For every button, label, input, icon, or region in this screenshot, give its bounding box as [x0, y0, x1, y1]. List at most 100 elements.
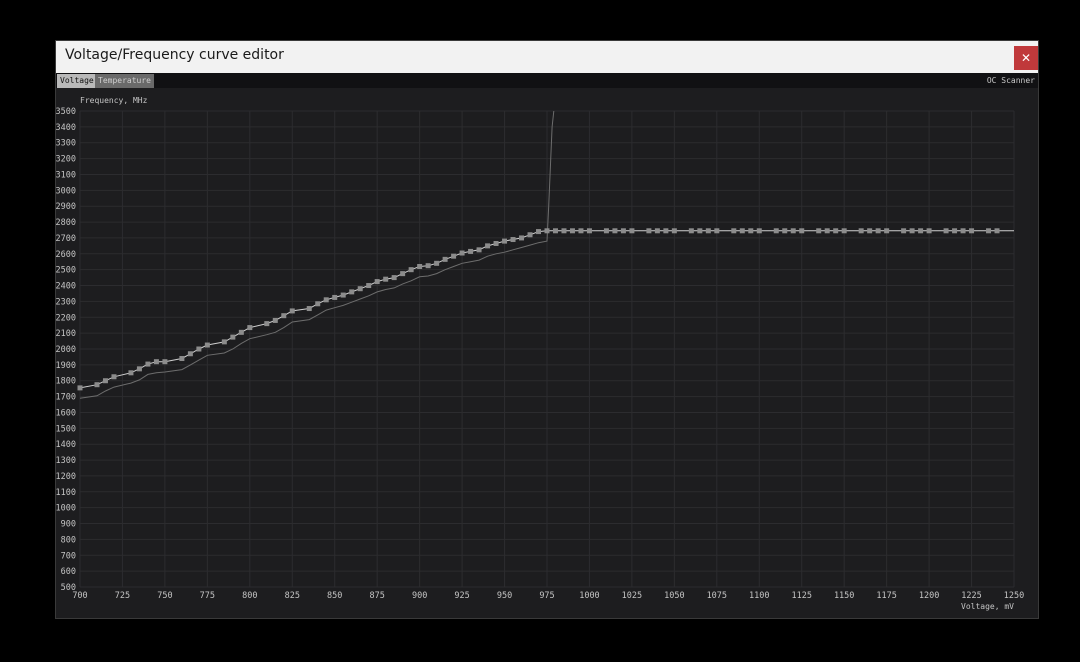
y-tick-label: 2100 [56, 329, 76, 339]
curve-point-handle[interactable] [145, 361, 151, 367]
curve-point-handle[interactable] [357, 286, 363, 292]
y-tick-label: 2000 [56, 345, 76, 355]
curve-point-handle[interactable] [383, 276, 389, 282]
curve-point-handle[interactable] [603, 228, 609, 234]
curve-point-handle[interactable] [739, 228, 745, 234]
curve-point-handle[interactable] [340, 292, 346, 298]
curve-point-handle[interactable] [315, 301, 321, 307]
curve-point-handle[interactable] [561, 228, 567, 234]
curve-point-handle[interactable] [459, 250, 465, 256]
curve-point-handle[interactable] [289, 308, 295, 314]
curve-point-handle[interactable] [306, 306, 312, 312]
curve-point-handle[interactable] [102, 378, 108, 384]
curve-point-handle[interactable] [442, 256, 448, 262]
curve-point-handle[interactable] [620, 228, 626, 234]
curve-point-handle[interactable] [468, 248, 474, 254]
curve-point-handle[interactable] [434, 260, 440, 266]
curve-point-handle[interactable] [663, 228, 669, 234]
curve-point-handle[interactable] [773, 228, 779, 234]
vf-curve-chart[interactable]: Frequency, MHz Voltage, mV 5006007008009… [0, 0, 1080, 662]
curve-point-handle[interactable] [884, 228, 890, 234]
curve-point-handle[interactable] [128, 370, 134, 376]
curve-point-handle[interactable] [77, 385, 83, 391]
curve-point-handle[interactable] [196, 346, 202, 352]
curve-point-handle[interactable] [204, 342, 210, 348]
curve-point-handle[interactable] [417, 263, 423, 269]
curve-point-handle[interactable] [629, 228, 635, 234]
curve-point-handle[interactable] [493, 240, 499, 246]
curve-point-handle[interactable] [366, 283, 372, 289]
curve-point-handle[interactable] [960, 228, 966, 234]
curve-point-handle[interactable] [552, 228, 558, 234]
chart-series[interactable] [77, 110, 1015, 399]
curve-point-handle[interactable] [952, 228, 958, 234]
curve-point-handle[interactable] [569, 228, 575, 234]
curve-point-handle[interactable] [926, 228, 932, 234]
curve-point-handle[interactable] [536, 229, 542, 235]
curve-point-handle[interactable] [748, 228, 754, 234]
curve-point-handle[interactable] [986, 228, 992, 234]
curve-point-handle[interactable] [230, 334, 236, 340]
curve-point-handle[interactable] [731, 228, 737, 234]
curve-point-handle[interactable] [969, 228, 975, 234]
curve-point-handle[interactable] [799, 228, 805, 234]
curve-point-handle[interactable] [221, 339, 227, 345]
curve-point-handle[interactable] [476, 247, 482, 253]
curve-point-handle[interactable] [790, 228, 796, 234]
curve-point-handle[interactable] [875, 228, 881, 234]
curve-point-handle[interactable] [451, 253, 457, 259]
curve-point-handle[interactable] [281, 313, 287, 319]
curve-point-handle[interactable] [272, 317, 278, 323]
curve-point-handle[interactable] [688, 228, 694, 234]
curve-point-handle[interactable] [247, 325, 253, 331]
curve-point-handle[interactable] [425, 263, 431, 269]
y-tick-label: 3300 [56, 139, 76, 149]
curve-point-handle[interactable] [612, 228, 618, 234]
curve-point-handle[interactable] [111, 374, 117, 380]
curve-point-handle[interactable] [527, 232, 533, 238]
curve-point-handle[interactable] [867, 228, 873, 234]
curve-point-handle[interactable] [841, 228, 847, 234]
curve-point-handle[interactable] [654, 228, 660, 234]
curve-point-handle[interactable] [264, 321, 270, 327]
curve-point-handle[interactable] [833, 228, 839, 234]
curve-point-handle[interactable] [153, 359, 159, 365]
curve-point-handle[interactable] [671, 228, 677, 234]
curve-point-handle[interactable] [544, 228, 550, 234]
curve-point-handle[interactable] [909, 228, 915, 234]
curve-point-handle[interactable] [94, 382, 100, 388]
curve-point-handle[interactable] [510, 237, 516, 243]
curve-point-handle[interactable] [400, 271, 406, 277]
curve-point-handle[interactable] [586, 228, 592, 234]
curve-point-handle[interactable] [816, 228, 822, 234]
y-tick-label: 800 [61, 535, 76, 545]
curve-point-handle[interactable] [187, 351, 193, 357]
curve-point-handle[interactable] [714, 228, 720, 234]
curve-point-handle[interactable] [519, 235, 525, 241]
curve-point-handle[interactable] [994, 228, 1000, 234]
curve-point-handle[interactable] [332, 294, 338, 300]
curve-point-handle[interactable] [238, 329, 244, 335]
curve-point-handle[interactable] [858, 228, 864, 234]
curve-point-handle[interactable] [485, 243, 491, 249]
curve-point-handle[interactable] [901, 228, 907, 234]
curve-point-handle[interactable] [323, 297, 329, 303]
curve-point-handle[interactable] [918, 228, 924, 234]
curve-point-handle[interactable] [349, 289, 355, 295]
curve-point-handle[interactable] [408, 267, 414, 273]
curve-point-handle[interactable] [646, 228, 652, 234]
curve-point-handle[interactable] [391, 275, 397, 281]
curve-point-handle[interactable] [824, 228, 830, 234]
curve-point-handle[interactable] [705, 228, 711, 234]
curve-point-handle[interactable] [756, 228, 762, 234]
curve-point-handle[interactable] [943, 228, 949, 234]
curve-point-handle[interactable] [179, 356, 185, 362]
x-tick-label: 1025 [622, 591, 642, 601]
curve-point-handle[interactable] [578, 228, 584, 234]
curve-point-handle[interactable] [162, 359, 168, 365]
curve-point-handle[interactable] [502, 238, 508, 244]
curve-point-handle[interactable] [782, 228, 788, 234]
curve-point-handle[interactable] [697, 228, 703, 234]
curve-point-handle[interactable] [136, 366, 142, 372]
curve-point-handle[interactable] [374, 279, 380, 285]
